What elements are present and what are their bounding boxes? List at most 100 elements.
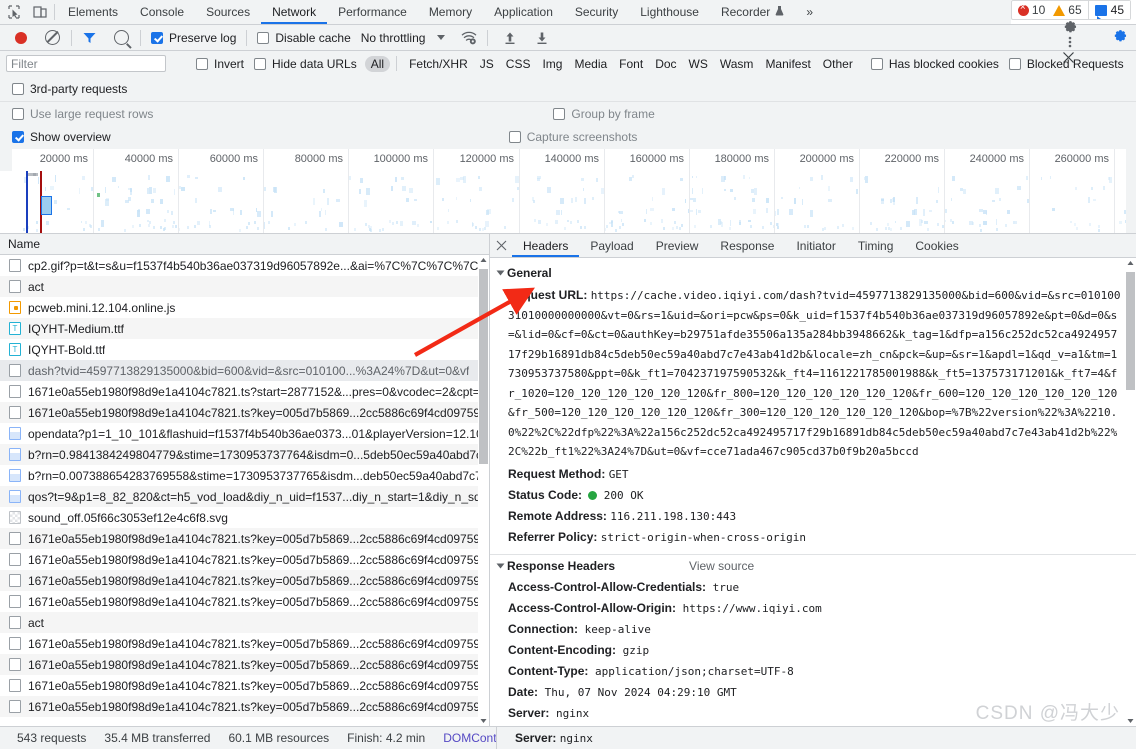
table-row[interactable]: opendata?p1=1_10_101&flashuid=f1537f4b54… [0, 423, 489, 444]
headers-content[interactable]: General Request URL: https://cache.video… [490, 258, 1136, 726]
table-row[interactable]: 1671e0a55eb1980f98d9e1a4104c7821.ts?key=… [0, 402, 489, 423]
network-settings-gear-icon[interactable] [1113, 29, 1128, 47]
message-counter[interactable]: 45 [1088, 1, 1130, 19]
detail-tab-headers[interactable]: Headers [512, 234, 579, 257]
filter-type-css[interactable]: CSS [500, 56, 537, 72]
tab-performance[interactable]: Performance [327, 0, 418, 24]
table-row[interactable]: qos?t=9&p1=8_82_820&ct=h5_vod_load&diy_n… [0, 486, 489, 507]
network-overview-timeline[interactable]: 20000 ms 40000 ms 60000 ms 80000 ms 100000 m… [0, 149, 1136, 234]
table-row[interactable]: act [0, 276, 489, 297]
filter-funnel-icon[interactable] [83, 32, 96, 44]
filter-type-wasm[interactable]: Wasm [714, 56, 760, 72]
filter-type-doc[interactable]: Doc [649, 56, 682, 72]
disable-cache-checkbox[interactable]: Disable cache [257, 31, 351, 45]
table-row[interactable]: 1671e0a55eb1980f98d9e1a4104c7821.ts?key=… [0, 633, 489, 654]
detail-tab-cookies[interactable]: Cookies [904, 234, 969, 257]
table-row[interactable]: pcweb.mini.12.104.online.js [0, 297, 489, 318]
close-panel-icon[interactable] [490, 234, 512, 257]
general-section-header[interactable]: General [490, 264, 1136, 284]
issue-counters[interactable]: 10 65 45 [1010, 0, 1131, 20]
table-row[interactable]: T IQYHT-Bold.ttf [0, 339, 489, 360]
invert-checkbox[interactable]: Invert [196, 57, 244, 71]
detail-tab-payload[interactable]: Payload [579, 234, 644, 257]
filter-type-fetch-xhr[interactable]: Fetch/XHR [403, 56, 474, 72]
tab-lighthouse[interactable]: Lighthouse [629, 0, 710, 24]
tab-elements[interactable]: Elements [57, 0, 129, 24]
filter-type-other[interactable]: Other [817, 56, 859, 72]
group-by-frame-checkbox[interactable]: Group by frame [553, 107, 655, 121]
export-har-icon[interactable] [535, 31, 549, 45]
scroll-up-arrow-icon[interactable] [479, 255, 488, 266]
show-overview-checkbox[interactable]: Show overview [12, 130, 111, 144]
detail-scrollbar-thumb[interactable] [1126, 272, 1135, 390]
tab-sources[interactable]: Sources [195, 0, 261, 24]
gear-icon[interactable] [1063, 20, 1079, 35]
filter-type-ws[interactable]: WS [683, 56, 714, 72]
table-row[interactable]: act [0, 612, 489, 633]
view-source-link[interactable]: View source [689, 559, 754, 573]
detail-scroll-up-arrow-icon[interactable] [1126, 258, 1135, 269]
inspect-element-icon[interactable] [6, 4, 22, 20]
filter-type-font[interactable]: Font [613, 56, 649, 72]
capture-screenshots-checkbox[interactable]: Capture screenshots [508, 130, 637, 144]
table-row[interactable]: 1671e0a55eb1980f98d9e1a4104c7821.ts?key=… [0, 549, 489, 570]
table-row[interactable]: cp2.gif?p=t&t=s&u=f1537f4b540b36ae037319… [0, 255, 489, 276]
hide-data-urls-checkbox[interactable]: Hide data URLs [254, 57, 357, 71]
table-row[interactable]: 1671e0a55eb1980f98d9e1a4104c7821.ts?key=… [0, 675, 489, 696]
table-row[interactable]: 1671e0a55eb1980f98d9e1a4104c7821.ts?key=… [0, 591, 489, 612]
search-icon[interactable] [114, 30, 129, 45]
import-har-icon[interactable] [503, 31, 517, 45]
overview-request-bar [698, 210, 701, 213]
wifi-settings-icon[interactable] [461, 31, 477, 45]
tab-console[interactable]: Console [129, 0, 195, 24]
tab-more-overflow[interactable]: » [795, 0, 824, 24]
filter-type-img[interactable]: Img [536, 56, 568, 72]
close-icon[interactable] [1062, 51, 1078, 67]
tab-memory[interactable]: Memory [418, 0, 483, 24]
third-party-requests-checkbox[interactable]: 3rd-party requests [12, 82, 127, 96]
response-headers-section-header[interactable]: Response Headers View source [490, 557, 1136, 577]
filter-type-js[interactable]: JS [474, 56, 500, 72]
tab-application[interactable]: Application [483, 0, 564, 24]
detail-tab-initiator[interactable]: Initiator [785, 234, 846, 257]
tab-recorder[interactable]: Recorder [710, 0, 795, 24]
table-row[interactable]: 1671e0a55eb1980f98d9e1a4104c7821.ts?key=… [0, 696, 489, 717]
use-large-request-rows-checkbox[interactable]: Use large request rows [12, 107, 153, 121]
detail-tab-response[interactable]: Response [709, 234, 785, 257]
overview-request-bar [1108, 177, 1110, 180]
has-blocked-cookies-checkbox[interactable]: Has blocked cookies [870, 57, 999, 71]
tab-security[interactable]: Security [564, 0, 629, 24]
table-row[interactable]: 1671e0a55eb1980f98d9e1a4104c7821.ts?key=… [0, 570, 489, 591]
clear-icon[interactable] [45, 30, 60, 45]
table-row[interactable]: dash?tvid=4597713829135000&bid=600&vid=&… [0, 360, 489, 381]
filter-type-media[interactable]: Media [568, 56, 613, 72]
tab-network[interactable]: Network [261, 0, 327, 24]
table-row[interactable]: T IQYHT-Medium.ttf [0, 318, 489, 339]
request-rows[interactable]: cp2.gif?p=t&t=s&u=f1537f4b540b36ae037319… [0, 255, 489, 726]
table-row[interactable]: sound_off.05f66c3053ef12e4c6f8.svg [0, 507, 489, 528]
detail-tab-timing[interactable]: Timing [847, 234, 905, 257]
error-counter[interactable]: 10 65 [1012, 0, 1089, 20]
table-row[interactable]: b?rn=0.9841384249804779&stime=1730953737… [0, 444, 489, 465]
column-header-name[interactable]: Name [8, 237, 40, 251]
detail-tab-preview[interactable]: Preview [645, 234, 710, 257]
table-row[interactable]: 1671e0a55eb1980f98d9e1a4104c7821.ts?key=… [0, 654, 489, 675]
record-icon[interactable] [15, 31, 27, 44]
request-list-scrollbar[interactable] [478, 255, 489, 726]
kebab-menu-icon[interactable] [1063, 35, 1079, 51]
filter-type-all[interactable]: All [364, 55, 391, 72]
chevron-down-icon[interactable] [437, 35, 446, 40]
detail-scroll-down-arrow-icon[interactable] [1126, 715, 1135, 726]
detail-scrollbar[interactable] [1125, 258, 1136, 726]
table-row[interactable]: 1671e0a55eb1980f98d9e1a4104c7821.ts?star… [0, 381, 489, 402]
throttling-select[interactable]: No throttling [361, 31, 426, 45]
request-url-value[interactable]: https://cache.video.iqiyi.com/dash?tvid=… [508, 289, 1121, 458]
table-row[interactable]: 1671e0a55eb1980f98d9e1a4104c7821.ts?key=… [0, 528, 489, 549]
filter-input[interactable] [6, 55, 166, 72]
scroll-down-arrow-icon[interactable] [479, 715, 488, 726]
device-toolbar-icon[interactable] [32, 4, 48, 20]
filter-type-manifest[interactable]: Manifest [759, 56, 816, 72]
scrollbar-thumb[interactable] [479, 269, 488, 464]
table-row[interactable]: b?rn=0.007388654283769558&stime=17309537… [0, 465, 489, 486]
preserve-log-checkbox[interactable]: Preserve log [151, 31, 236, 45]
